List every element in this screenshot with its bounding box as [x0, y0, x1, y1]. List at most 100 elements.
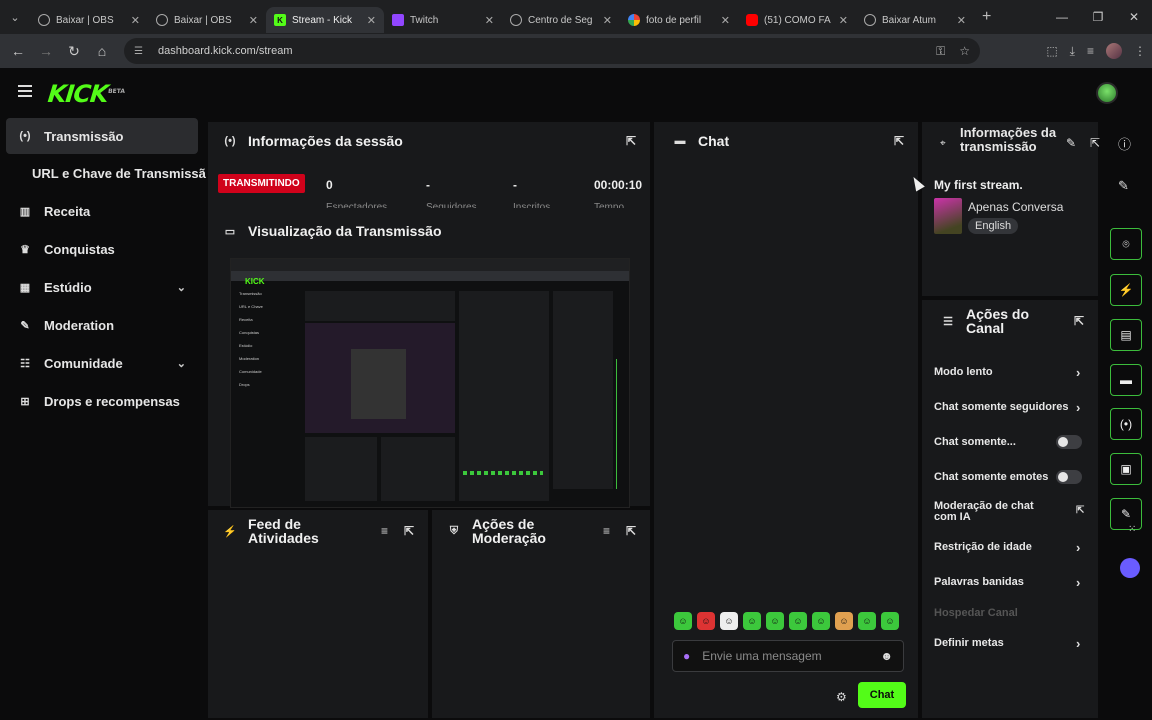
browser-tab[interactable]: Baixar | OBS ✕: [30, 7, 148, 33]
chevron-down-icon[interactable]: ⌄: [177, 357, 186, 370]
sidebar-item-moderation[interactable]: ✎ Moderation: [0, 306, 206, 344]
home-icon[interactable]: ⌂: [88, 34, 116, 68]
browser-tab[interactable]: Twitch ✕: [384, 7, 502, 33]
popout-icon[interactable]: ⇱: [894, 134, 904, 148]
sidebar-item-stream-key[interactable]: URL e Chave de Transmissão: [0, 154, 206, 192]
chat-bubble-icon[interactable]: ▬: [1110, 364, 1142, 396]
sidebar-item-drops[interactable]: ⊞ Drops e recompensas: [0, 382, 206, 420]
bookmark-star-icon[interactable]: ☆: [959, 44, 970, 59]
edit-pencil-icon[interactable]: ✎: [1066, 136, 1076, 150]
emote-icon[interactable]: ☺: [881, 612, 899, 630]
chat-somente-toggle[interactable]: [1056, 435, 1082, 449]
address-bar[interactable]: ☰ dashboard.kick.com/stream ⚿ ☆: [124, 38, 980, 64]
category-name[interactable]: Apenas Conversa: [968, 200, 1063, 214]
popout-icon[interactable]: ⇱: [404, 524, 414, 538]
panel-title: Ações de Moderação: [472, 516, 546, 546]
popout-icon[interactable]: ⇱: [1090, 136, 1100, 150]
info-icon[interactable]: ⓘ: [1118, 134, 1131, 153]
chat-emotes-toggle[interactable]: [1056, 470, 1082, 484]
popout-icon[interactable]: ⇱: [626, 134, 636, 148]
sidebar-item-comunidade[interactable]: ☷ Comunidade ⌄: [0, 344, 206, 382]
extensions-icon[interactable]: ⬚: [1046, 44, 1057, 58]
kick-logo[interactable]: KICKBETA: [47, 80, 127, 108]
password-key-icon[interactable]: ⚿: [936, 44, 945, 59]
forward-icon[interactable]: →: [32, 34, 60, 68]
emote-icon[interactable]: ☺: [766, 612, 784, 630]
emote-icon[interactable]: ☺: [789, 612, 807, 630]
emote-icon[interactable]: ☺: [697, 612, 715, 630]
close-window-icon[interactable]: ✕: [1116, 0, 1152, 34]
close-icon[interactable]: ✕: [721, 14, 730, 27]
filter-icon[interactable]: ≡: [381, 524, 388, 538]
action-definir-metas[interactable]: Definir metas ›: [934, 636, 1084, 651]
browser-tab[interactable]: foto de perfil ✕: [620, 7, 738, 33]
media-controls-icon[interactable]: ≡: [1087, 44, 1094, 58]
close-icon[interactable]: ✕: [603, 14, 612, 27]
storage-icon[interactable]: ▣: [1110, 453, 1142, 485]
bot-assistant-icon[interactable]: [1120, 558, 1140, 578]
sidebar-item-conquistas[interactable]: ♛ Conquistas: [0, 230, 206, 268]
back-icon[interactable]: ←: [4, 34, 32, 68]
emote-icon[interactable]: ☺: [812, 612, 830, 630]
download-icon[interactable]: ⤓: [1070, 44, 1075, 59]
user-avatar[interactable]: [1096, 82, 1118, 104]
chat-settings-gear-icon[interactable]: ⚙: [836, 690, 847, 704]
browser-menu-icon[interactable]: ⋮: [1134, 44, 1146, 58]
close-icon[interactable]: ✕: [839, 14, 848, 27]
camera-focus-icon[interactable]: ⌾: [1110, 228, 1142, 260]
lightning-icon[interactable]: ⚡: [1110, 274, 1142, 306]
emote-icon[interactable]: ☺: [858, 612, 876, 630]
popout-icon[interactable]: ⇱: [1074, 314, 1084, 328]
filter-icon[interactable]: ≡: [603, 524, 610, 538]
stream-preview-video[interactable]: KICK Transmissão URL e Chave Receita Conqui…: [230, 258, 630, 508]
sidebar-item-transmissao[interactable]: (•) Transmissão: [6, 118, 198, 154]
new-tab-icon[interactable]: +: [982, 8, 991, 26]
tab-search-icon[interactable]: ⌄: [0, 0, 30, 34]
microphone-icon[interactable]: ●: [683, 649, 690, 663]
action-ia-moderation[interactable]: Moderação de chat com IA ⇱: [934, 501, 1084, 523]
emote-icon[interactable]: ☺: [720, 612, 738, 630]
close-icon[interactable]: ✕: [131, 14, 140, 27]
emote-icon[interactable]: ☺: [743, 612, 761, 630]
browser-tab-active[interactable]: K Stream - Kick ✕: [266, 7, 384, 33]
action-restricao-idade[interactable]: Restrição de idade ›: [934, 540, 1084, 555]
action-palavras-banidas[interactable]: Palavras banidas ›: [934, 575, 1084, 590]
stream-title: My first stream.: [934, 178, 1023, 192]
emote-icon[interactable]: ☺: [674, 612, 692, 630]
chat-message-input[interactable]: ● Envie uma mensagem ☻: [672, 640, 904, 672]
close-icon[interactable]: ✕: [957, 14, 966, 27]
close-icon[interactable]: ✕: [367, 14, 376, 27]
popout-icon[interactable]: ⇱: [626, 524, 636, 538]
chat-send-button[interactable]: Chat: [858, 682, 906, 708]
globe-icon: [510, 14, 522, 26]
grid-icon[interactable]: ⁙: [1128, 524, 1136, 535]
browser-tab[interactable]: Baixar Atum ✕: [856, 7, 974, 33]
broadcast-icon[interactable]: (•): [1110, 408, 1142, 440]
maximize-icon[interactable]: ❐: [1080, 0, 1116, 34]
edit-pencil-icon[interactable]: ✎: [1118, 178, 1129, 194]
browser-tab[interactable]: Centro de Seg ✕: [502, 7, 620, 33]
minimize-icon[interactable]: —: [1044, 0, 1080, 34]
hamburger-menu-icon[interactable]: [18, 85, 32, 97]
close-icon[interactable]: ✕: [485, 14, 494, 27]
browser-toolbar: ← → ↻ ⌂ ☰ dashboard.kick.com/stream ⚿ ☆ ⬚…: [0, 34, 1152, 68]
browser-tab[interactable]: Baixar | OBS ✕: [148, 7, 266, 33]
browser-tab[interactable]: (51) COMO FA ✕: [738, 7, 856, 33]
document-icon[interactable]: ▤: [1110, 319, 1142, 351]
action-chat-seguidores[interactable]: Chat somente seguidores ›: [934, 400, 1084, 415]
emote-icon[interactable]: ☺: [835, 612, 853, 630]
chevron-right-icon: ›: [1076, 400, 1081, 415]
gift-icon: ⊞: [20, 395, 30, 408]
profile-avatar[interactable]: [1106, 43, 1122, 59]
chevron-down-icon[interactable]: ⌄: [177, 281, 186, 294]
site-info-icon[interactable]: ☰: [134, 46, 148, 57]
sidebar-item-estudio[interactable]: ▦ Estúdio ⌄: [0, 268, 206, 306]
action-modo-lento[interactable]: Modo lento ›: [934, 365, 1084, 380]
emoji-picker-icon[interactable]: ☻: [880, 649, 893, 663]
close-icon[interactable]: ✕: [249, 14, 258, 27]
reload-icon[interactable]: ↻: [60, 34, 88, 68]
youtube-icon: [746, 14, 758, 26]
wrench-icon[interactable]: ✎: [1110, 498, 1142, 530]
stream-info-panel: ⌖ Informações da transmissão ✎ ⇱ My firs…: [922, 122, 1100, 296]
sidebar-item-receita[interactable]: ▥ Receita: [0, 192, 206, 230]
